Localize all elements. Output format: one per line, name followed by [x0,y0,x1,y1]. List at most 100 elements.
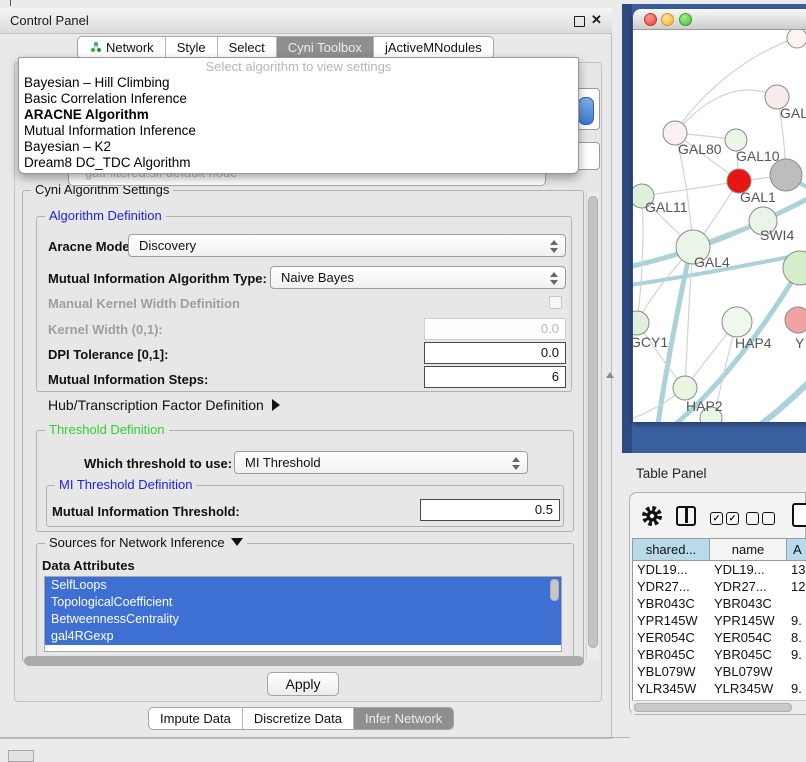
cell-shared-name: YDL19... [633,561,710,578]
table-row[interactable]: YER054C YER054C 8. [633,629,806,646]
deselect-all-checks-icon[interactable] [746,512,775,525]
network-window[interactable]: GAL GAL80 GAL10 GAL1 SWI4 GAL11 GAL4 GCY… [633,9,806,422]
cell-shared-name: YBR045C [633,646,710,663]
tab-infer-network[interactable]: Infer Network [354,708,453,729]
attributes-scrollbar-thumb[interactable] [550,579,559,601]
tab-jactivemnodules[interactable]: jActiveMNodules [374,37,493,58]
document-icon[interactable] [792,503,806,527]
cell-shared-name: YBL079W [633,663,710,680]
node-label: HAP2 [686,398,723,414]
tab-select[interactable]: Select [218,37,277,58]
control-panel-titlebar[interactable] [0,8,612,34]
settings-scrollbar-thumb[interactable] [588,196,598,648]
column-header-shared-name[interactable]: shared... [633,538,710,561]
panel-title: Control Panel [10,13,89,28]
hub-section-header[interactable]: Hub/Transcription Factor Definition [48,397,280,413]
tab-network-label: Network [106,37,154,58]
which-threshold-combo[interactable]: MI Threshold [234,451,528,474]
node-label: GAL11 [645,199,688,215]
manual-kernel-checkbox[interactable] [549,296,562,309]
attribute-item[interactable]: SelfLoops [45,577,561,594]
data-attributes-list[interactable]: SelfLoopsTopologicalCoefficientBetweenne… [44,576,562,652]
collapsed-arrow-icon[interactable] [272,399,280,411]
node-hap4[interactable] [722,307,752,337]
node-hap2[interactable] [673,376,697,400]
mi-threshold-field[interactable]: 0.5 [420,499,560,521]
node-gcy1[interactable] [633,311,649,335]
cell-name: YDL19... [710,561,787,578]
algorithm-option[interactable]: Mutual Information Inference [19,123,578,139]
table-body: YDL19... YDL19... 13 YDR27... YDR27... 1… [633,561,806,714]
tab-impute-data[interactable]: Impute Data [149,708,243,729]
column-header-name[interactable]: name [710,538,787,561]
dpi-tolerance-label: DPI Tolerance [0,1]: [48,347,168,362]
tab-discretize-data[interactable]: Discretize Data [243,708,354,729]
tab-cyni-toolbox[interactable]: Cyni Toolbox [277,37,374,58]
tab-network[interactable]: Network [78,37,166,58]
zoom-traffic-light-icon[interactable] [679,13,692,26]
network-canvas[interactable]: GAL GAL80 GAL10 GAL1 SWI4 GAL11 GAL4 GCY… [633,30,806,422]
settings-scrollbar[interactable] [586,192,599,660]
algorithm-option[interactable]: Bayesian – Hill Climbing [19,75,578,91]
mi-steps-field[interactable]: 6 [424,366,566,388]
algorithm-option[interactable]: Dream8 DC_TDC Algorithm [19,155,578,171]
sources-title-text: Sources for Network Inference [49,535,225,550]
expanded-arrow-icon[interactable] [231,538,243,546]
cell-shared-name: YER054C [633,629,710,646]
combo-stepper-icon [550,240,558,253]
aracne-mode-combo[interactable]: Discovery [128,234,566,257]
algorithm-option[interactable]: Basic Correlation Inference [19,91,578,107]
attribute-item[interactable]: TopologicalCoefficient [45,594,561,611]
algorithm-option[interactable]: Bayesian – K2 [19,139,578,155]
node-salmon[interactable] [785,307,806,333]
table-row[interactable]: YDR27... YDR27... 12 [633,578,806,595]
close-icon[interactable]: ✕ [591,12,602,28]
cell-shared-name: YPR145W [633,612,710,629]
table-scrollbar-thumb[interactable] [634,703,792,712]
table-row[interactable]: YBR045C YBR045C 9. [633,646,806,663]
node-table: shared... name A YDL19... YDL19... 13 YD… [632,538,806,714]
apply-button[interactable]: Apply [267,672,339,696]
algorithm-dropdown-placeholder: Select algorithm to view settings [19,58,578,75]
node-label: GAL10 [736,148,780,164]
table-row[interactable]: YBL079W YBL079W [633,663,806,680]
attribute-item[interactable]: gal4RGexp [45,628,561,645]
select-all-checks-icon[interactable]: ✓ ✓ [710,512,739,525]
cell-value [787,595,806,612]
table-horizontal-scrollbar[interactable] [632,700,806,714]
unchecked-box-icon [746,512,759,525]
tab-style[interactable]: Style [166,37,218,58]
mi-type-combo[interactable]: Naive Bayes [270,266,566,289]
attribute-item[interactable]: BetweennessCentrality [45,611,561,628]
cell-name: YDR27... [710,578,787,595]
close-traffic-light-icon[interactable] [644,13,657,26]
mi-steps-label: Mutual Information Steps: [48,372,208,387]
table-row[interactable]: YDL19... YDL19... 13 [633,561,806,578]
gear-icon[interactable] [641,505,663,532]
unchecked-box-icon [762,512,775,525]
network-nodes [633,30,806,422]
manual-kernel-label: Manual Kernel Width Definition [48,296,240,311]
network-titlebar[interactable] [633,9,806,30]
float-window-icon[interactable] [574,16,585,27]
panel-grip[interactable] [8,750,34,762]
splitter-collapse-icon[interactable] [606,372,614,378]
column-header-third[interactable]: A [787,538,806,561]
node-label: GAL [780,105,806,121]
table-row[interactable]: YPR145W YPR145W 9. [633,612,806,629]
sources-group-title[interactable]: Sources for Network Inference [45,535,247,550]
table-row[interactable]: YBR043C YBR043C [633,595,806,612]
minimize-traffic-light-icon[interactable] [661,13,674,26]
algorithm-option[interactable]: ARACNE Algorithm [19,107,578,123]
combo-stepper-focused[interactable] [578,97,594,125]
split-columns-icon[interactable] [676,506,696,526]
node[interactable] [787,30,806,48]
algorithm-option-list: Bayesian – Hill ClimbingBasic Correlatio… [19,75,578,171]
cell-value: 9. [787,612,806,629]
kernel-width-field[interactable]: 0.0 [424,318,566,340]
settings-horizontal-scrollbar[interactable] [24,656,584,666]
dpi-tolerance-field[interactable]: 0.0 [424,342,566,364]
table-row[interactable]: YLR345W YLR345W 9. [633,680,806,697]
which-threshold-label: Which threshold to use: [84,456,232,471]
node-label: GCY1 [633,334,668,350]
